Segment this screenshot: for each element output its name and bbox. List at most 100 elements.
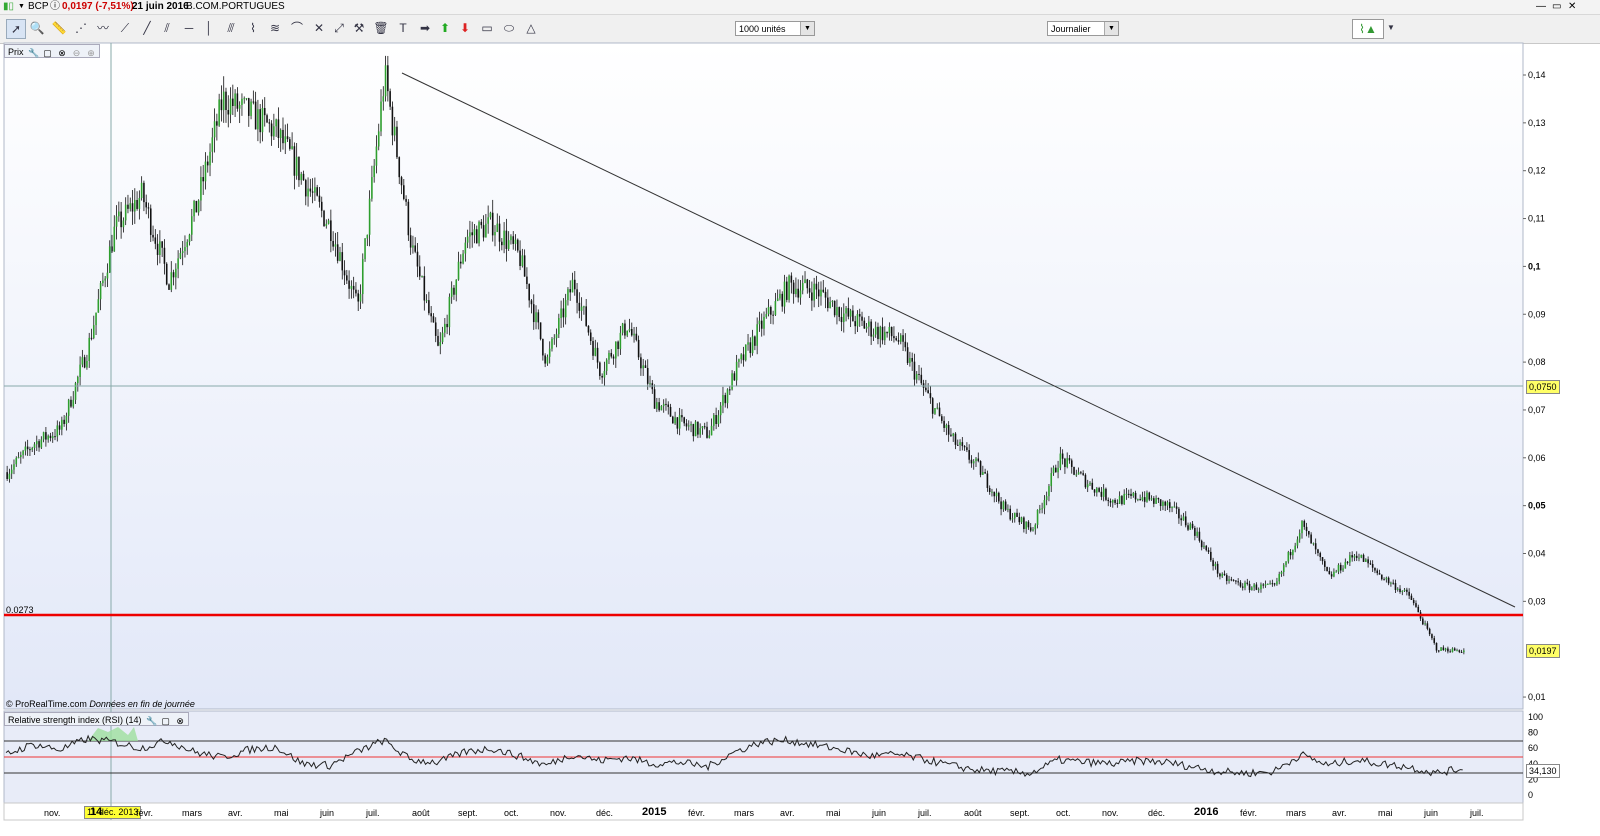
candle-body	[261, 108, 264, 133]
candle-body	[154, 237, 157, 244]
candle-body	[1239, 582, 1242, 587]
candle-body	[610, 352, 613, 357]
candle-body	[1380, 574, 1383, 580]
candle-body	[899, 335, 902, 342]
candle-body	[877, 326, 879, 340]
candle-body	[432, 316, 435, 323]
candle-body	[690, 424, 692, 426]
candle-body	[311, 191, 314, 193]
candle-body	[1141, 497, 1144, 500]
candle-body	[858, 314, 861, 317]
candle-body	[1310, 534, 1312, 544]
candle-body	[687, 425, 690, 427]
candle-body	[706, 426, 708, 438]
candle-body	[872, 334, 875, 337]
month-label: oct.	[504, 808, 519, 818]
candle-body	[325, 223, 328, 226]
candle-body	[168, 284, 170, 290]
candle-body	[941, 416, 943, 421]
candle-body	[1319, 553, 1322, 558]
close-icon[interactable]: ⊗	[175, 716, 185, 726]
rsi-panel-tag[interactable]: Relative strength index (RSI) (14) 🔧 ▢ ⊗	[4, 712, 190, 726]
candle-body	[40, 439, 43, 448]
candle-body	[1324, 561, 1326, 567]
window-icon[interactable]: ▢	[161, 716, 171, 726]
candle-body	[776, 298, 779, 302]
candle-body	[193, 200, 195, 217]
candle-body	[1013, 512, 1016, 519]
candle-body	[389, 91, 391, 107]
candle-body	[102, 280, 104, 284]
candle-body	[316, 187, 318, 196]
candle-body	[250, 101, 252, 116]
candle-body	[8, 473, 11, 479]
candle-body	[1298, 533, 1301, 540]
candle-body	[754, 336, 756, 346]
candle-body	[950, 434, 952, 436]
close-icon[interactable]: ⊗	[57, 48, 67, 58]
zoom-in-icon[interactable]: ⊕	[86, 48, 96, 58]
candle-body	[605, 359, 608, 371]
candle-body	[247, 98, 250, 116]
candle-body	[587, 325, 590, 333]
candle-body	[1203, 545, 1205, 548]
candle-body	[471, 232, 473, 236]
candle-body	[1458, 650, 1461, 652]
month-label: juin	[872, 808, 887, 818]
candle-body	[722, 395, 724, 406]
candle-body	[152, 234, 154, 238]
candle-body	[1360, 554, 1363, 558]
candle-body	[1330, 574, 1333, 577]
candle-body	[1401, 590, 1404, 593]
window-icon[interactable]: ▢	[43, 48, 53, 58]
candle-body	[20, 454, 22, 458]
candle-body	[630, 329, 633, 336]
candle-body	[1159, 499, 1162, 507]
support-label: 0.0273	[6, 605, 34, 615]
candle-body	[628, 329, 631, 331]
candle-body	[33, 444, 36, 448]
candle-body	[849, 310, 852, 317]
candle-body	[580, 306, 583, 311]
candle-body	[245, 98, 248, 100]
candle-body	[1230, 579, 1233, 581]
candle-body	[564, 300, 567, 318]
candle-body	[1280, 572, 1283, 574]
price-panel-label: Prix	[8, 47, 24, 57]
candle-body	[1171, 506, 1173, 509]
candle-body	[995, 492, 998, 497]
candle-body	[482, 225, 485, 238]
candle-body	[464, 242, 467, 254]
candle-body	[863, 320, 866, 329]
candle-body	[70, 399, 72, 407]
candle-body	[836, 307, 838, 316]
candle-body	[295, 156, 298, 176]
candle-body	[1194, 527, 1196, 536]
candle-body	[273, 126, 275, 137]
candle-body	[104, 278, 106, 281]
candle-body	[902, 335, 904, 342]
candle-body	[811, 292, 813, 301]
candle-body	[1086, 484, 1089, 488]
candle-body	[713, 414, 715, 426]
price-panel-tag[interactable]: Prix 🔧 ▢ ⊗ ⊖ ⊕	[4, 44, 101, 58]
candle-body	[1237, 581, 1239, 583]
zoom-out-icon[interactable]: ⊖	[72, 48, 82, 58]
candle-body	[421, 275, 423, 277]
hline-value-badge: 0,0750	[1526, 380, 1560, 394]
candle-body	[603, 370, 606, 378]
candle-body	[99, 283, 102, 300]
candle-body	[1164, 501, 1167, 506]
candle-body	[227, 109, 230, 115]
candle-body	[1212, 560, 1214, 567]
candle-body	[795, 288, 797, 295]
candle-body	[1271, 583, 1274, 585]
candle-body	[979, 461, 982, 475]
wrench-icon[interactable]: 🔧	[28, 48, 39, 58]
candle-body	[984, 472, 986, 474]
candle-body	[612, 356, 615, 359]
price-chart[interactable]: 0,14 0,13 0,12 0,11 0,1 0,09 0,08 0,07 0,06 0,05 0…	[0, 0, 1600, 836]
candle-body	[1034, 524, 1037, 530]
candle-body	[17, 457, 20, 459]
wrench-icon[interactable]: 🔧	[146, 716, 157, 726]
